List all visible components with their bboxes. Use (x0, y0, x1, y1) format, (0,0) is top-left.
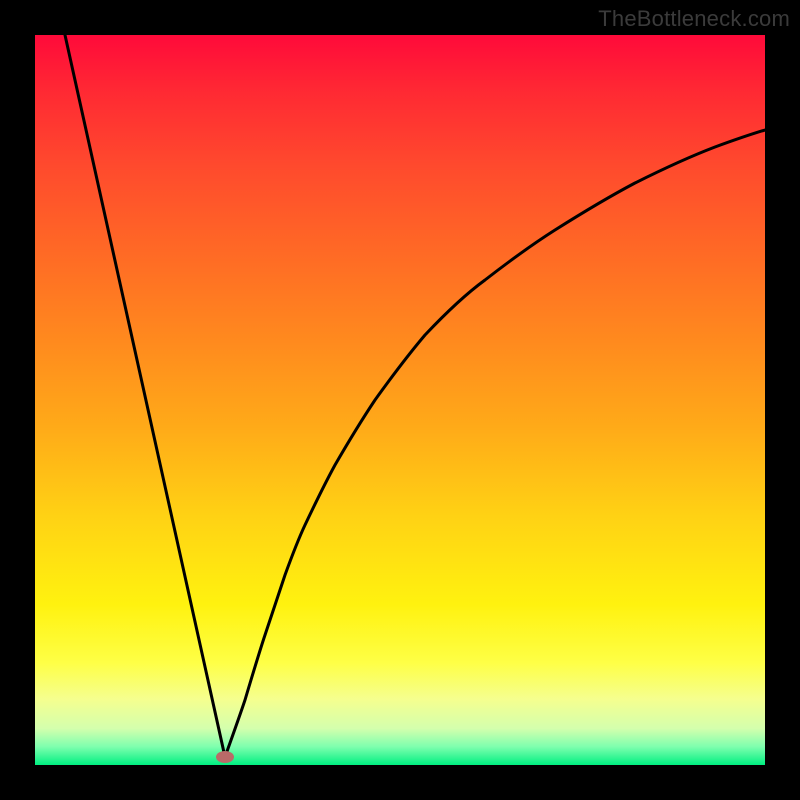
line-curve (35, 35, 765, 765)
plot-area (35, 35, 765, 765)
chart-frame: TheBottleneck.com (0, 0, 800, 800)
minimum-dot (216, 751, 234, 763)
curve-left-branch (65, 35, 225, 757)
watermark-label: TheBottleneck.com (598, 6, 790, 32)
curve-right-branch (225, 130, 765, 757)
